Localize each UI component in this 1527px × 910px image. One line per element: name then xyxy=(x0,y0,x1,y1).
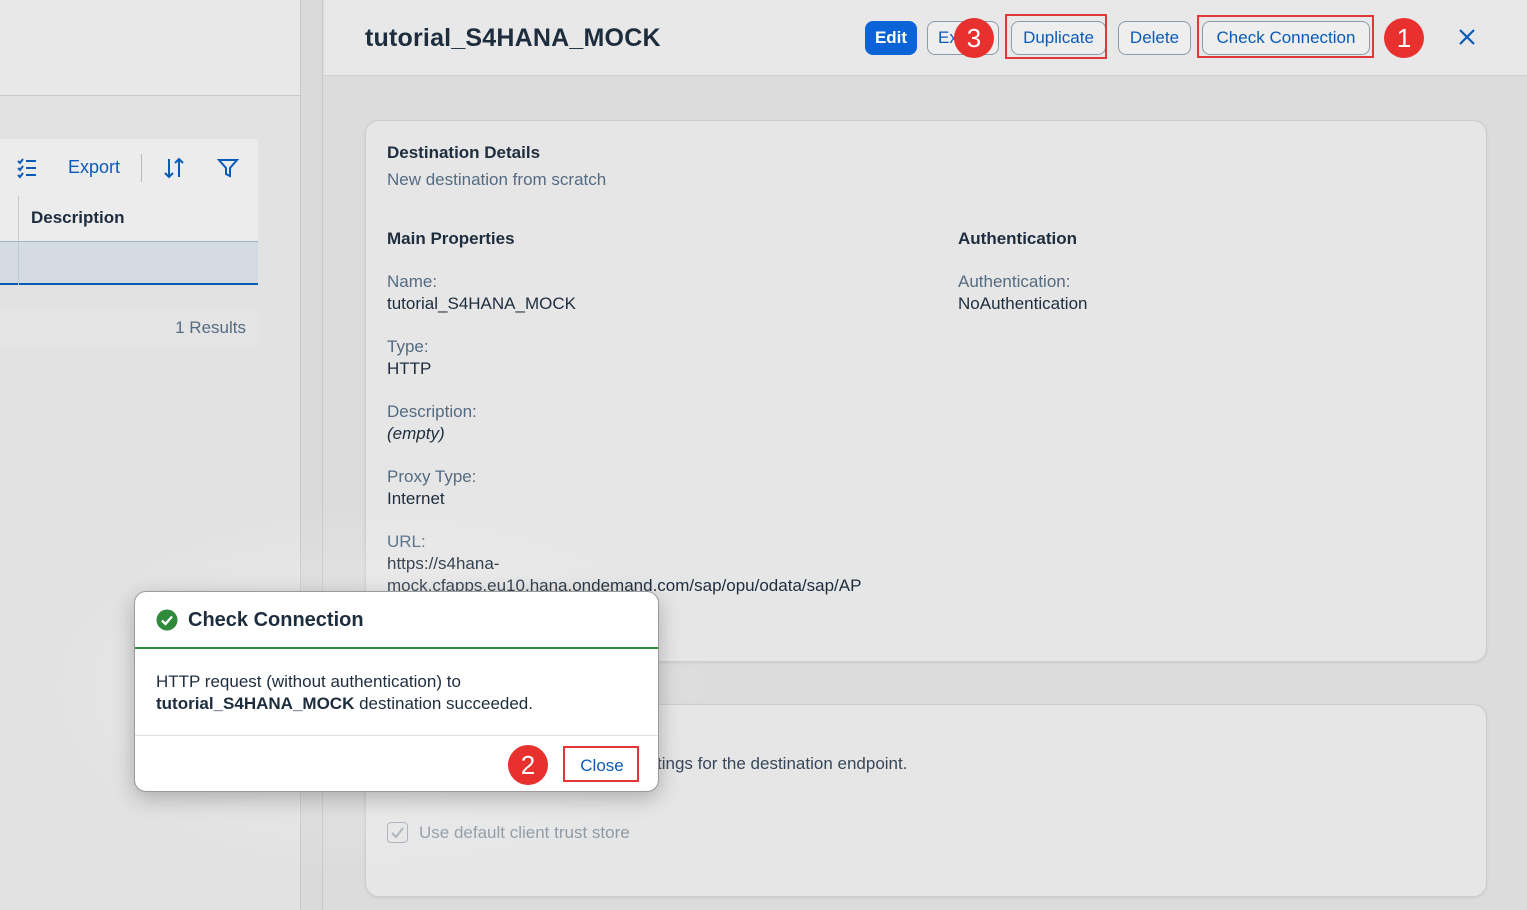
authentication-label: Authentication: xyxy=(958,272,1071,291)
success-check-icon xyxy=(156,609,178,631)
highlight-duplicate xyxy=(1005,14,1107,59)
main-properties-heading: Main Properties xyxy=(387,229,515,248)
column-separator xyxy=(18,196,19,242)
authentication-heading: Authentication xyxy=(958,229,1077,248)
edit-button[interactable]: Edit xyxy=(865,21,917,55)
page-title: tutorial_S4HANA_MOCK xyxy=(365,24,661,52)
toolbar-separator xyxy=(141,154,142,182)
section-subtitle: New destination from scratch xyxy=(387,170,607,189)
trust-description: tings for the destination endpoint. xyxy=(657,754,908,773)
dialog-message-line2: tutorial_S4HANA_MOCK destination succeed… xyxy=(156,693,636,715)
step-marker-1: 1 xyxy=(1384,18,1424,58)
close-icon[interactable] xyxy=(1456,26,1478,48)
step-marker-3: 3 xyxy=(954,18,994,58)
highlight-close xyxy=(563,746,639,782)
results-bar: 1 Results xyxy=(0,307,258,349)
list-header xyxy=(0,0,300,96)
delete-button[interactable]: Delete xyxy=(1118,21,1191,55)
checkbox-check-icon xyxy=(391,827,404,839)
filter-icon[interactable] xyxy=(216,157,240,179)
dialog-message-line1: HTTP request (without authentication) to xyxy=(156,672,461,691)
description-label: Description: xyxy=(387,402,477,421)
column-header-description[interactable]: Description xyxy=(31,208,125,228)
name-label: Name: xyxy=(387,272,438,291)
proxy-type-value: Internet xyxy=(387,489,445,508)
dialog-message-suffix: destination succeeded. xyxy=(354,694,533,713)
dialog-title: Check Connection xyxy=(188,609,364,631)
export-button[interactable]: Export xyxy=(68,157,120,178)
dialog-header: Check Connection xyxy=(135,592,658,649)
url-label: URL: xyxy=(387,532,426,551)
sort-icon[interactable] xyxy=(163,157,185,179)
dialog-message: HTTP request (without authentication) to… xyxy=(156,671,636,715)
step-marker-2: 2 xyxy=(508,745,548,785)
url-value-line1: https://s4hana- xyxy=(387,554,500,573)
description-value: (empty) xyxy=(387,424,445,443)
name-value: tutorial_S4HANA_MOCK xyxy=(387,294,576,313)
checklist-icon[interactable] xyxy=(16,157,38,179)
row-separator xyxy=(18,242,19,285)
type-label: Type: xyxy=(387,337,429,356)
highlight-check-connection xyxy=(1197,15,1374,58)
default-trust-store-label: Use default client trust store xyxy=(419,823,630,842)
dialog-destination-name: tutorial_S4HANA_MOCK xyxy=(156,694,355,713)
table-row-selected[interactable] xyxy=(0,242,258,285)
authentication-value: NoAuthentication xyxy=(958,294,1088,313)
default-trust-store-checkbox[interactable] xyxy=(387,822,408,843)
results-count: 1 Results xyxy=(175,318,246,337)
type-value: HTTP xyxy=(387,359,432,378)
section-title: Destination Details xyxy=(387,143,541,162)
proxy-type-label: Proxy Type: xyxy=(387,467,477,486)
